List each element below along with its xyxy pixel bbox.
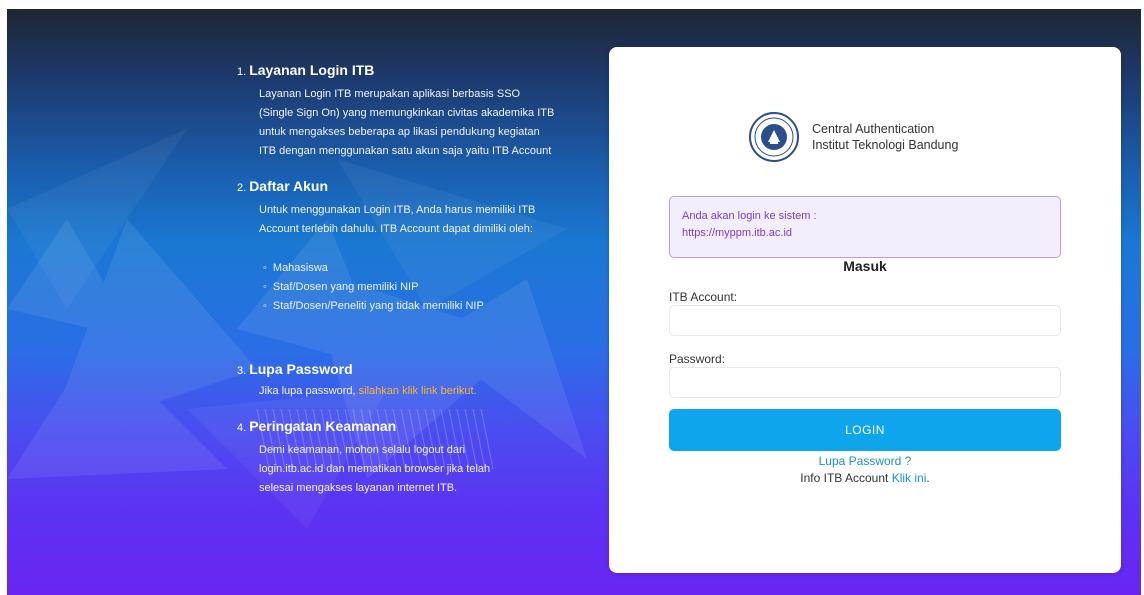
section-title-text: Daftar Akun	[249, 178, 329, 194]
itb-seal-icon	[749, 112, 799, 162]
section-title: 3. Lupa Password	[237, 360, 557, 380]
brand: Central Authentication Institut Teknolog…	[748, 111, 958, 163]
section-title: 4. Peringatan Keamanan	[237, 417, 557, 437]
login-card: Central Authentication Institut Teknolog…	[609, 47, 1121, 573]
section-title-text: Layanan Login ITB	[249, 62, 375, 78]
account-types-list: Mahasiswa Staf/Dosen yang memiliki NIP S…	[263, 259, 557, 316]
section-daftar-akun: 2. Daftar Akun Untuk menggunakan Login IT…	[237, 177, 557, 316]
section-body: Demi keamanan, mohon selalu logout dari …	[259, 444, 491, 494]
notice-text: Anda akan login ke sistem :	[682, 210, 817, 222]
section-body: Layanan Login ITB merupakan aplikasi ber…	[259, 88, 555, 157]
list-item: Mahasiswa	[263, 259, 557, 278]
login-target-notice: Anda akan login ke sistem : https://mypp…	[669, 196, 1061, 258]
section-title-text: Peringatan Keamanan	[249, 418, 397, 434]
list-item: Staf/Dosen/Peneliti yang tidak memiliki …	[263, 297, 557, 316]
brand-text: Central Authentication Institut Teknolog…	[812, 121, 958, 153]
password-label: Password:	[669, 352, 726, 366]
brand-line-1: Central Authentication	[812, 122, 935, 136]
info-panel: 1. Layanan Login ITB Layanan Login ITB me…	[237, 61, 557, 498]
section-body-prefix: Jika lupa password,	[259, 385, 356, 397]
account-info-text: Info ITB Account	[800, 471, 889, 485]
section-lupa-password: 3. Lupa Password Jika lupa password, sila…	[237, 360, 557, 401]
section-peringatan: 4. Peringatan Keamanan Demi keamanan, moh…	[237, 417, 557, 498]
account-info: Info ITB Account Klik ini.	[609, 471, 1121, 485]
section-number: 2.	[237, 182, 247, 194]
forgot-password-info-link[interactable]: silahkan klik link berikut.	[359, 385, 477, 397]
brand-line-2: Institut Teknologi Bandung	[812, 138, 959, 152]
login-heading: Masuk	[843, 258, 887, 274]
login-button[interactable]: LOGIN	[669, 409, 1061, 451]
list-item: Staf/Dosen yang memiliki NIP	[263, 278, 557, 297]
account-input[interactable]	[669, 305, 1061, 336]
section-number: 4.	[237, 422, 247, 434]
password-input[interactable]	[669, 367, 1061, 398]
section-body: Untuk menggunakan Login ITB, Anda harus …	[259, 204, 536, 235]
section-title: 2. Daftar Akun	[237, 177, 557, 197]
section-number: 3.	[237, 365, 247, 377]
forgot-password-link[interactable]: Lupa Password ?	[609, 454, 1121, 468]
section-title: 1. Layanan Login ITB	[237, 61, 557, 81]
section-body: Jika lupa password, silahkan klik link b…	[259, 382, 557, 401]
section-layanan-login: 1. Layanan Login ITB Layanan Login ITB me…	[237, 61, 557, 161]
account-label: ITB Account:	[669, 290, 738, 304]
account-info-suffix: .	[926, 471, 930, 485]
account-info-link[interactable]: Klik ini	[892, 471, 927, 485]
section-number: 1.	[237, 66, 247, 78]
section-title-text: Lupa Password	[249, 361, 353, 377]
notice-url: https://myppm.itb.ac.id	[682, 227, 793, 239]
